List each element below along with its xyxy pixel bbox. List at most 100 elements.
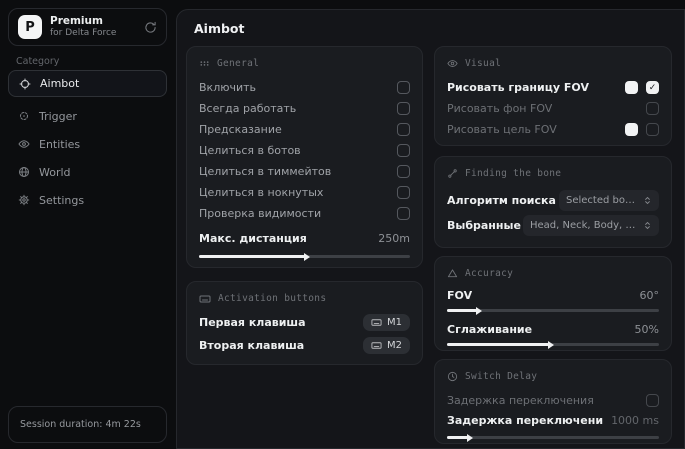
- fov-slider-row: FOV 60°: [447, 287, 659, 303]
- panel-title-text: Accuracy: [465, 268, 513, 279]
- panel-activation-buttons: Activation buttons Первая клавиша M1 Вто…: [186, 281, 423, 365]
- smoothing-slider-row: Сглаживание 50%: [447, 321, 659, 337]
- keyboard-icon: [371, 317, 382, 328]
- visual-row: Рисовать цель FOV: [447, 119, 659, 140]
- bone-algorithm-select[interactable]: Selected bone: [559, 190, 659, 211]
- slider-label: Макс. дистанция: [199, 232, 307, 245]
- fov-value: 60°: [640, 289, 660, 302]
- bone-algorithm-row: Алгоритм поиска кост Selected bone: [447, 189, 659, 211]
- gear-icon: [18, 194, 30, 206]
- toggle-label: Целиться в тиммейтов: [199, 165, 331, 178]
- brand-card: P Premium for Delta Force: [8, 8, 167, 46]
- bone-algorithm-label: Алгоритм поиска кост: [447, 194, 559, 207]
- switch-delay-slider-row: Задержка переключения (мс) 1000 ms: [447, 410, 659, 430]
- sidebar-item-label: Aimbot: [40, 77, 79, 90]
- panel-general: General Включить Всегда работать Предска…: [186, 46, 423, 268]
- keybind-row: Вторая клавиша M2: [199, 335, 410, 356]
- sidebar-item-trigger[interactable]: Trigger: [8, 103, 167, 129]
- sidebar-item-world[interactable]: World: [8, 159, 167, 185]
- toggle-label: Включить: [199, 81, 256, 94]
- panel-visual-title: Visual: [447, 56, 659, 71]
- entities-icon: [18, 138, 30, 150]
- slider-fill: [447, 309, 477, 312]
- session-duration: Session duration: 4m 22s: [20, 419, 141, 430]
- panel-title-text: Finding the bone: [465, 168, 561, 179]
- toggle-row: Предсказание: [199, 119, 410, 140]
- toggle-label: Предсказание: [199, 123, 282, 136]
- enable-checkbox[interactable]: [397, 81, 410, 94]
- clock-icon: [447, 371, 458, 382]
- main-content: Aimbot General Включить Всегда работать …: [176, 9, 685, 449]
- panel-title-text: General: [217, 58, 259, 69]
- visual-row: Рисовать границу FOV: [447, 77, 659, 98]
- panel-general-title: General: [199, 56, 410, 71]
- sidebar-item-label: Entities: [39, 138, 80, 151]
- toggle-label: Целиться в ботов: [199, 144, 301, 157]
- slider-fill: [447, 343, 549, 346]
- always-work-checkbox[interactable]: [397, 102, 410, 115]
- fov-slider[interactable]: [447, 309, 659, 312]
- panel-accuracy: Accuracy FOV 60° Сглаживание 50%: [434, 256, 672, 351]
- second-key-button[interactable]: M2: [363, 337, 410, 354]
- panel-accuracy-title: Accuracy: [447, 266, 659, 281]
- trigger-icon: [18, 110, 30, 122]
- visibility-check-checkbox[interactable]: [397, 207, 410, 220]
- switch-delay-ms-label: Задержка переключения (мс): [447, 414, 603, 427]
- max-distance-slider[interactable]: [199, 255, 410, 258]
- fov-target-color-swatch[interactable]: [625, 123, 638, 136]
- keyboard-icon: [199, 293, 211, 305]
- switch-delay-ms-value: 1000 ms: [611, 414, 659, 427]
- session-card: Session duration: 4m 22s: [8, 406, 167, 443]
- sidebar-item-aimbot[interactable]: Aimbot: [8, 70, 167, 97]
- sidebar-item-label: Settings: [39, 194, 84, 207]
- bone-icon: [447, 168, 458, 179]
- panel-finding-title: Finding the bone: [447, 166, 659, 181]
- keybind-label: Вторая клавиша: [199, 339, 304, 352]
- toggle-row: Включить: [199, 77, 410, 98]
- keybind-value: M1: [387, 317, 402, 328]
- visual-label: Рисовать границу FOV: [447, 81, 589, 94]
- first-key-button[interactable]: M1: [363, 314, 410, 331]
- target-bots-checkbox[interactable]: [397, 144, 410, 157]
- switch-delay-checkbox[interactable]: [646, 394, 659, 407]
- panel-visual: Visual Рисовать границу FOV Рисовать фон…: [434, 46, 672, 146]
- sidebar-item-label: World: [39, 166, 71, 179]
- slider-value: 250m: [378, 232, 410, 245]
- prediction-checkbox[interactable]: [397, 123, 410, 136]
- triangle-icon: [447, 268, 458, 279]
- draw-fov-background-checkbox[interactable]: [646, 102, 659, 115]
- target-teammates-checkbox[interactable]: [397, 165, 410, 178]
- draw-fov-border-checkbox[interactable]: [646, 81, 659, 94]
- panel-switch-delay: Switch Delay Задержка переключения Задер…: [434, 359, 672, 444]
- sidebar: P Premium for Delta Force Category Aimbo…: [0, 0, 176, 449]
- unfold-icon: [643, 221, 652, 230]
- fov-border-color-swatch[interactable]: [625, 81, 638, 94]
- sidebar-item-settings[interactable]: Settings: [8, 187, 167, 213]
- selected-bones-select[interactable]: Head, Neck, Body, Pe..: [523, 215, 659, 236]
- toggle-label: Целиться в нокнутых: [199, 186, 323, 199]
- globe-icon: [18, 166, 30, 178]
- switch-delay-slider[interactable]: [447, 436, 659, 439]
- panel-activation-title: Activation buttons: [199, 291, 410, 306]
- smoothing-label: Сглаживание: [447, 323, 532, 336]
- panel-title-text: Switch Delay: [465, 371, 537, 382]
- fov-label: FOV: [447, 289, 472, 302]
- panel-finding-bone: Finding the bone Алгоритм поиска кост Se…: [434, 156, 672, 248]
- page-title: Aimbot: [194, 21, 245, 36]
- keybind-label: Первая клавиша: [199, 316, 306, 329]
- keyboard-icon: [371, 340, 382, 351]
- eye-icon: [447, 58, 458, 69]
- refresh-icon[interactable]: [144, 21, 157, 34]
- grid-dots-icon: [199, 58, 210, 69]
- sidebar-item-entities[interactable]: Entities: [8, 131, 167, 157]
- smoothing-slider[interactable]: [447, 343, 659, 346]
- product-subtitle: for Delta Force: [50, 28, 116, 39]
- keybind-value: M2: [387, 340, 402, 351]
- toggle-row: Проверка видимости: [199, 203, 410, 224]
- crosshair-icon: [19, 78, 31, 90]
- draw-fov-target-checkbox[interactable]: [646, 123, 659, 136]
- toggle-label: Проверка видимости: [199, 207, 321, 220]
- visual-label: Рисовать фон FOV: [447, 102, 552, 115]
- panel-title-text: Activation buttons: [218, 293, 326, 304]
- target-knocked-checkbox[interactable]: [397, 186, 410, 199]
